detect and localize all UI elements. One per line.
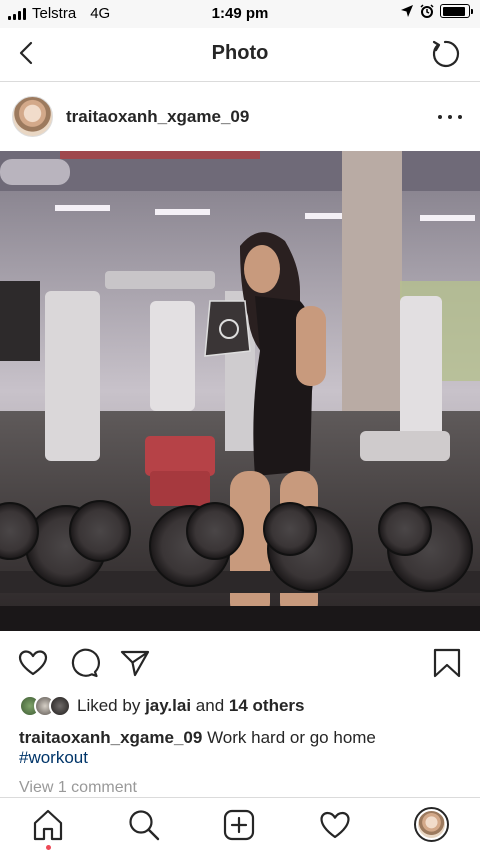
nav-bar: Photo (0, 28, 480, 82)
post-caption: traitaoxanh_xgame_09 Work hard or go hom… (19, 728, 469, 768)
profile-avatar[interactable] (414, 807, 449, 842)
notification-dot (46, 845, 51, 850)
caption-text: Work hard or go home (207, 728, 376, 747)
post-actions (0, 631, 480, 693)
gym-photo-illustration (0, 151, 480, 631)
tab-bar (0, 797, 480, 854)
activity-heart-icon[interactable] (318, 808, 352, 842)
likes-text: Liked by jay.lai and 14 others (77, 696, 305, 716)
refresh-icon[interactable] (428, 37, 462, 71)
caption-hashtag[interactable]: #workout (19, 748, 88, 767)
bookmark-icon[interactable] (431, 647, 463, 679)
add-post-icon[interactable] (222, 808, 256, 842)
post-username[interactable]: traitaoxanh_xgame_09 (66, 107, 249, 127)
share-icon[interactable] (119, 647, 151, 679)
view-comments-link[interactable]: View 1 comment (19, 779, 137, 797)
likes-connector: and (195, 696, 225, 715)
liker-avatars (19, 695, 71, 717)
likes-others[interactable]: 14 others (229, 696, 305, 715)
battery-icon (440, 4, 473, 18)
status-bar: Telstra 4G 1:49 pm (0, 0, 480, 28)
post-header: traitaoxanh_xgame_09 (0, 83, 480, 151)
liker-username[interactable]: jay.lai (145, 696, 191, 715)
avatar[interactable] (12, 96, 53, 137)
location-arrow-icon (401, 5, 413, 17)
likes-prefix: Liked by (77, 696, 141, 715)
post-photo[interactable] (0, 151, 480, 631)
page-title: Photo (211, 42, 269, 64)
avatar (49, 695, 71, 717)
more-horizontal-icon[interactable] (438, 107, 462, 127)
caption-username[interactable]: traitaoxanh_xgame_09 (19, 728, 202, 747)
battery-fill (442, 6, 465, 16)
heart-icon[interactable] (17, 647, 49, 679)
comment-icon[interactable] (68, 647, 100, 679)
home-icon[interactable] (31, 808, 65, 842)
alarm-icon (420, 4, 434, 18)
likes-row[interactable]: Liked by jay.lai and 14 others (19, 693, 305, 719)
status-right (400, 4, 473, 18)
search-icon[interactable] (127, 808, 161, 842)
